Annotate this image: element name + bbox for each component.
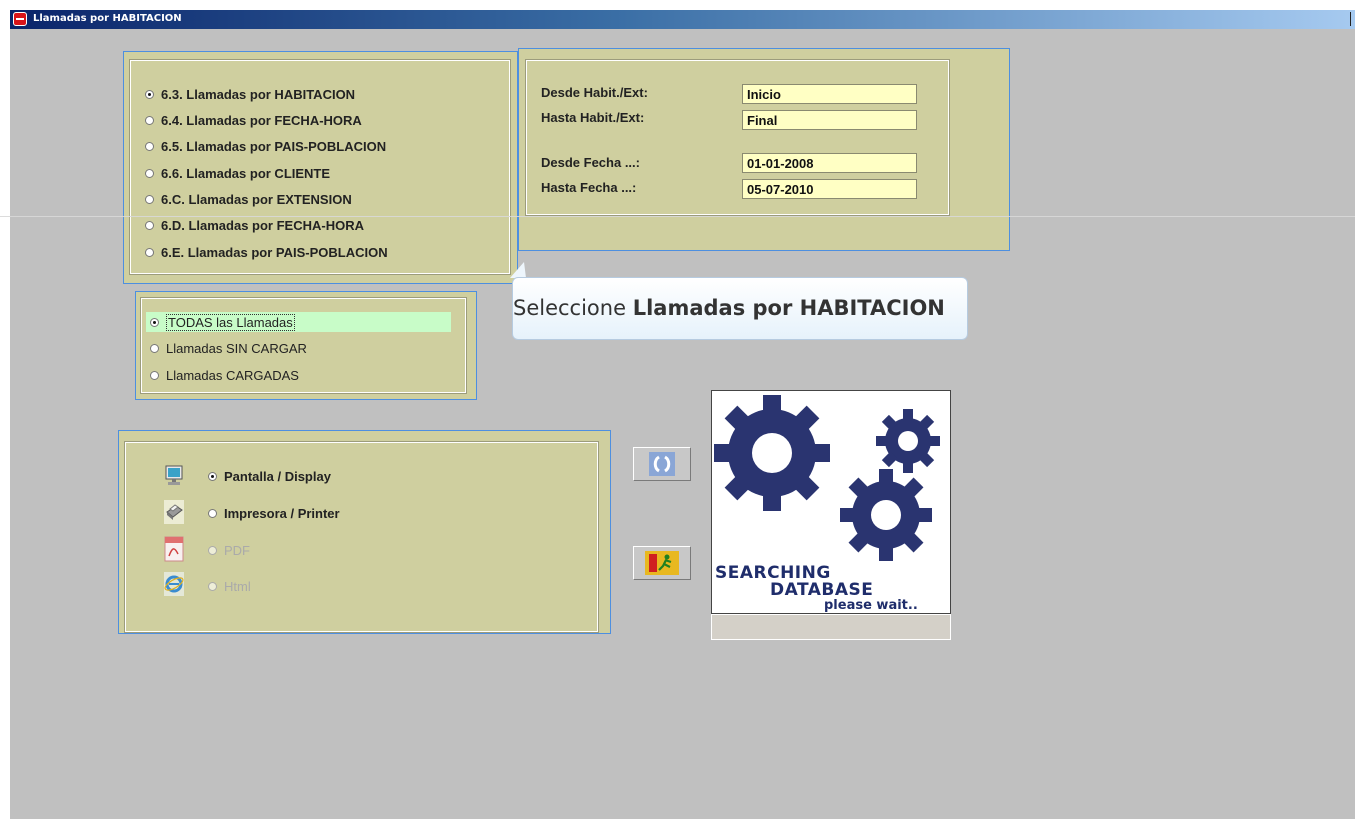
filter-option-sin-cargar[interactable]: Llamadas SIN CARGAR: [150, 339, 307, 357]
output-option-label: Pantalla / Display: [224, 468, 331, 484]
radio-button[interactable]: [145, 141, 154, 151]
report-option-label: 6.4. Llamadas por FECHA-HORA: [161, 112, 362, 128]
report-option-label: 6.3. Llamadas por HABITACION: [161, 86, 356, 102]
exit-icon: [645, 551, 679, 575]
output-focus-outline: [118, 430, 611, 634]
desde-fecha-field[interactable]: [742, 153, 917, 173]
radio-button[interactable]: [145, 247, 154, 257]
window-edge-mark: [1350, 12, 1351, 26]
report-option-label: 6.E. Llamadas por PAIS-POBLACION: [161, 244, 388, 260]
ie-icon: [164, 572, 184, 596]
banner-status-bar: [711, 614, 951, 640]
output-option-label: Html: [224, 578, 251, 594]
pdf-icon: [164, 536, 184, 562]
desde-fecha-label: Desde Fecha ...:: [541, 155, 640, 170]
tooltip-prefix: Seleccione: [513, 296, 633, 320]
radio-button[interactable]: [145, 194, 154, 204]
radio-button[interactable]: [145, 168, 154, 178]
report-option-label: 6.C. Llamadas por EXTENSION: [161, 191, 352, 207]
filter-option-label: Llamadas CARGADAS: [166, 367, 299, 383]
banner-line2: DATABASE: [770, 580, 874, 600]
tooltip: Seleccione Llamadas por HABITACION: [512, 277, 968, 340]
filter-option-label: TODAS las Llamadas: [166, 313, 295, 331]
report-option-label: 6.6. Llamadas por CLIENTE: [161, 165, 331, 181]
radio-button[interactable]: [208, 581, 217, 591]
report-option-6-e[interactable]: 6.E. Llamadas por PAIS-POBLACION: [145, 243, 388, 261]
desde-habit-field[interactable]: [742, 84, 917, 104]
desde-habit-label: Desde Habit./Ext:: [541, 85, 648, 100]
tooltip-text: Seleccione Llamadas por HABITACION: [513, 296, 945, 320]
exit-button[interactable]: [633, 546, 691, 580]
radio-button[interactable]: [145, 89, 154, 99]
range-focus-outline: [518, 48, 1010, 251]
refresh-button[interactable]: [633, 447, 691, 481]
searching-database-banner: SEARCHING DATABASE please wait..: [711, 390, 951, 614]
filter-option-cargadas[interactable]: Llamadas CARGADAS: [150, 366, 299, 384]
tooltip-pointer: [510, 262, 526, 278]
report-option-6-d[interactable]: 6.D. Llamadas por FECHA-HORA: [145, 216, 364, 234]
radio-button[interactable]: [150, 343, 159, 353]
hasta-fecha-input[interactable]: [743, 180, 916, 198]
hasta-habit-field[interactable]: [742, 110, 917, 130]
radio-button[interactable]: [145, 115, 154, 125]
output-option-pdf[interactable]: PDF: [208, 541, 250, 559]
desde-fecha-input[interactable]: [743, 154, 916, 172]
banner-line3: please wait..: [824, 598, 918, 613]
hasta-fecha-field[interactable]: [742, 179, 917, 199]
title-bar[interactable]: Llamadas por HABITACION: [10, 10, 1355, 29]
radio-button[interactable]: [150, 370, 159, 380]
hasta-habit-label: Hasta Habit./Ext:: [541, 110, 645, 125]
filter-option-todas[interactable]: TODAS las Llamadas: [150, 313, 295, 331]
output-option-pantalla[interactable]: Pantalla / Display: [208, 467, 331, 485]
hasta-fecha-label: Hasta Fecha ...:: [541, 180, 637, 195]
radio-button[interactable]: [145, 220, 154, 230]
report-option-6-4[interactable]: 6.4. Llamadas por FECHA-HORA: [145, 111, 362, 129]
output-option-label: Impresora / Printer: [224, 505, 340, 521]
radio-button[interactable]: [150, 317, 159, 327]
report-option-6-5[interactable]: 6.5. Llamadas por PAIS-POBLACION: [145, 137, 386, 155]
output-option-impresora[interactable]: Impresora / Printer: [208, 504, 340, 522]
radio-button[interactable]: [208, 508, 217, 518]
output-option-label: PDF: [224, 542, 250, 558]
report-option-6-6[interactable]: 6.6. Llamadas por CLIENTE: [145, 164, 330, 182]
desde-habit-input[interactable]: [743, 85, 916, 103]
filter-option-label: Llamadas SIN CARGAR: [166, 340, 307, 356]
report-option-label: 6.5. Llamadas por PAIS-POBLACION: [161, 138, 387, 154]
output-option-html[interactable]: Html: [208, 577, 251, 595]
tooltip-bold: Llamadas por HABITACION: [632, 296, 945, 320]
hasta-habit-input[interactable]: [743, 111, 916, 129]
screen-divider-line: [0, 216, 1355, 217]
monitor-icon: [165, 465, 183, 485]
report-option-6-c[interactable]: 6.C. Llamadas por EXTENSION: [145, 190, 352, 208]
app-icon[interactable]: [13, 12, 27, 26]
window-title: Llamadas por HABITACION: [33, 13, 182, 24]
refresh-icon: [649, 452, 675, 476]
report-option-6-3[interactable]: 6.3. Llamadas por HABITACION: [145, 85, 355, 103]
report-option-label: 6.D. Llamadas por FECHA-HORA: [161, 217, 364, 233]
printer-icon: [164, 500, 184, 524]
radio-button[interactable]: [208, 471, 217, 481]
radio-button[interactable]: [208, 545, 217, 555]
